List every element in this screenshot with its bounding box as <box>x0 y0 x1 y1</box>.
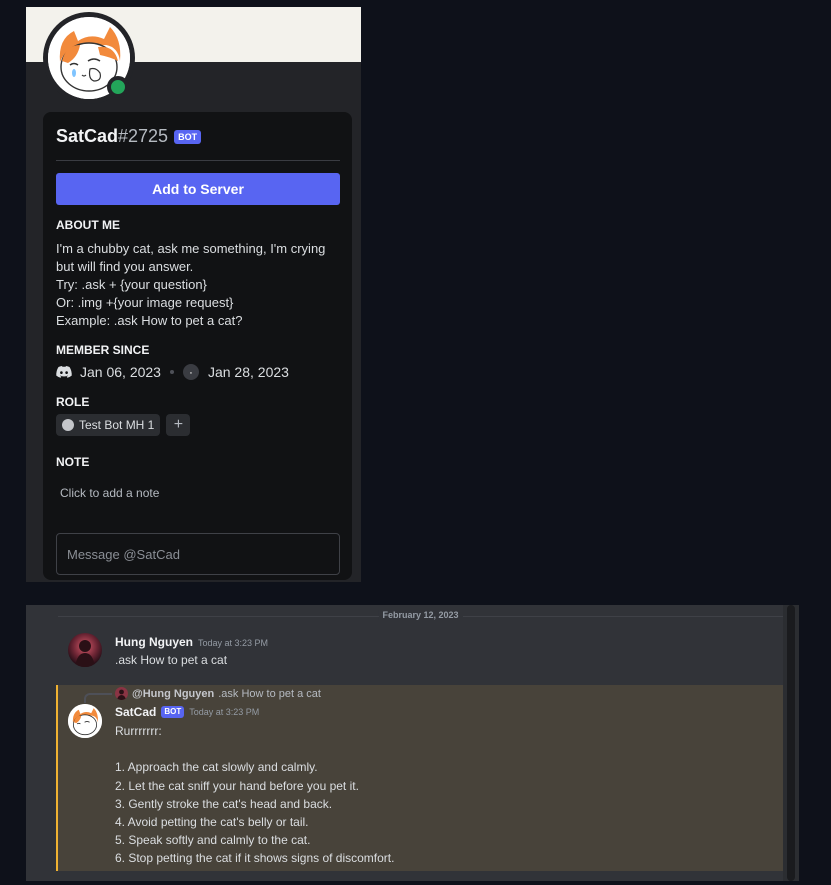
scrollbar-track[interactable] <box>783 605 799 881</box>
message-timestamp: Today at 3:23 PM <box>198 638 269 648</box>
message-line: 6. Stop petting the cat if it shows sign… <box>115 851 395 866</box>
message-author[interactable]: SatCad <box>115 705 156 719</box>
plus-icon: + <box>173 416 184 433</box>
note-input[interactable]: Click to add a note <box>60 486 159 500</box>
role-color-dot <box>62 419 74 431</box>
message-author[interactable]: Hung Nguyen <box>115 635 193 649</box>
message-user-input[interactable]: Message @SatCad <box>56 533 340 575</box>
message-header: Hung Nguyen Today at 3:23 PM <box>115 635 268 649</box>
message-placeholder: Message @SatCad <box>67 546 180 562</box>
discord-join-date: Jan 06, 2023 <box>80 364 161 380</box>
separator-dot <box>169 370 174 374</box>
profile-name-row: SatCad#2725 BOT <box>56 126 202 147</box>
bot-tag: BOT <box>174 129 202 144</box>
about-line: Example: .ask How to pet a cat? <box>56 313 243 328</box>
about-line: Or: .img +{your image request} <box>56 295 234 310</box>
reply-avatar <box>115 687 128 700</box>
reply-text: .ask How to pet a cat <box>218 687 321 700</box>
add-role-button[interactable]: + <box>166 414 191 436</box>
reply-connector <box>84 693 112 703</box>
discord-logo-icon <box>56 366 72 378</box>
about-line: but will find you answer. <box>56 259 194 274</box>
message-line <box>115 740 394 758</box>
member-since-heading: MEMBER SINCE <box>56 343 150 357</box>
message-line: Rurrrrrrr: <box>115 724 162 738</box>
message-line: 5. Speak softly and calmly to the cat. <box>115 833 311 848</box>
reply-preview[interactable]: @Hung Nguyen .ask How to pet a cat <box>115 687 321 700</box>
message-header: SatCad BOT Today at 3:23 PM <box>115 705 259 719</box>
scrollbar-thumb[interactable] <box>787 605 795 881</box>
role-list: Test Bot MH 1 + <box>56 414 191 436</box>
about-line: I'm a chubby cat, ask me something, I'm … <box>56 241 326 256</box>
user-photo-icon <box>68 633 102 667</box>
note-heading: NOTE <box>56 455 90 469</box>
chat-panel: February 12, 2023 Hung Nguyen Today at 3… <box>26 605 799 881</box>
reply-author: @Hung Nguyen <box>132 687 215 700</box>
profile-username: SatCad <box>56 126 119 146</box>
member-since-row: Jan 06, 2023 ● Jan 28, 2023 <box>56 364 289 380</box>
profile-body: SatCad#2725 BOT Add to Server ABOUT ME I… <box>43 112 352 580</box>
profile-discriminator: #2725 <box>118 126 169 146</box>
about-me-heading: ABOUT ME <box>56 218 120 232</box>
role-heading: ROLE <box>56 395 90 409</box>
message-line: 2. Let the cat sniff your hand before yo… <box>115 778 359 793</box>
add-to-server-button[interactable]: Add to Server <box>56 173 340 205</box>
online-status-indicator <box>107 76 129 98</box>
profile-name: SatCad#2725 <box>56 126 168 147</box>
message-line: 4. Avoid petting the cat's belly or tail… <box>115 815 309 829</box>
bot-tag: BOT <box>161 706 185 718</box>
divider <box>56 160 340 161</box>
server-join-date: Jan 28, 2023 <box>207 364 289 380</box>
message-timestamp: Today at 3:23 PM <box>189 707 260 717</box>
message-content: .ask How to pet a cat <box>115 653 228 667</box>
role-pill[interactable]: Test Bot MH 1 <box>56 414 161 436</box>
date-divider: February 12, 2023 <box>58 610 783 622</box>
server-icon: ● <box>182 364 199 380</box>
role-name: Test Bot MH 1 <box>79 418 155 432</box>
about-line: Try: .ask + {your question} <box>56 277 207 292</box>
user-photo-icon <box>115 687 128 700</box>
about-me-text: I'm a chubby cat, ask me something, I'm … <box>56 240 346 330</box>
cat-avatar-icon <box>68 704 102 738</box>
message-line: 3. Gently stroke the cat's head and back… <box>115 796 333 811</box>
message-line: 1. Approach the cat slowly and calmly. <box>115 760 318 775</box>
bot-avatar[interactable] <box>68 704 102 738</box>
user-profile-popout: SatCad#2725 BOT Add to Server ABOUT ME I… <box>26 7 361 582</box>
date-divider-label: February 12, 2023 <box>378 610 463 620</box>
user-avatar[interactable] <box>68 633 102 667</box>
message-content: Rurrrrrrr: 1. Approach the cat slowly an… <box>115 722 394 868</box>
